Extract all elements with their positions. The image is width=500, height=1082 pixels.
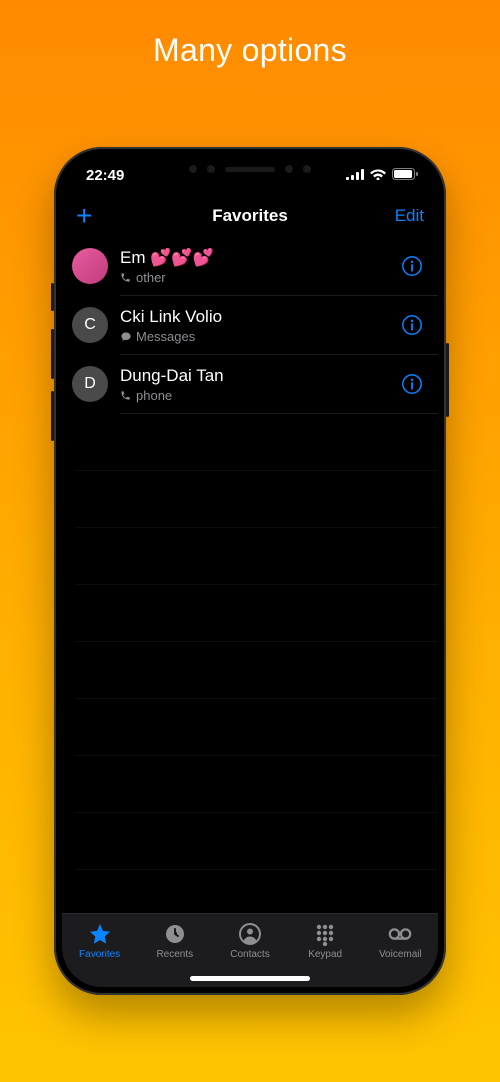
phone-icon (120, 272, 132, 283)
avatar (72, 248, 108, 284)
contact-subtype: phone (136, 388, 172, 403)
screen: 22:49 + Favorites Edit (62, 155, 438, 987)
page-title: Favorites (122, 206, 378, 226)
info-button[interactable] (400, 313, 424, 337)
tab-label: Recents (156, 949, 193, 960)
favorite-row[interactable]: D Dung-Dai Tan phone (62, 355, 438, 413)
avatar: C (72, 307, 108, 343)
info-button[interactable] (400, 372, 424, 396)
status-time: 22:49 (86, 167, 124, 184)
battery-icon (392, 167, 418, 184)
device-frame: 22:49 + Favorites Edit (54, 147, 446, 995)
mute-switch (51, 283, 54, 311)
star-icon (87, 922, 113, 946)
wifi-icon (370, 167, 386, 184)
home-indicator (190, 976, 310, 981)
tab-label: Contacts (230, 949, 269, 960)
contact-name: Em 💕💕💕 (120, 248, 388, 268)
phone-icon (120, 390, 132, 401)
add-favorite-button[interactable]: + (76, 202, 122, 230)
notch (155, 155, 345, 183)
edit-button[interactable]: Edit (378, 206, 424, 226)
contact-name: Dung-Dai Tan (120, 366, 388, 386)
favorite-row[interactable]: Em 💕💕💕 other (62, 237, 438, 295)
promo-title: Many options (153, 32, 347, 69)
message-icon (120, 331, 132, 342)
info-button[interactable] (400, 254, 424, 278)
keypad-icon (312, 922, 338, 946)
tab-label: Keypad (308, 949, 342, 960)
volume-up-button (51, 329, 54, 379)
tab-keypad[interactable]: Keypad (295, 922, 355, 960)
tab-voicemail[interactable]: Voicemail (370, 922, 430, 960)
signal-icon (346, 167, 364, 184)
power-button (446, 343, 449, 417)
contact-subtype: Messages (136, 329, 195, 344)
empty-list-area (62, 414, 438, 913)
tab-contacts[interactable]: Contacts (220, 922, 280, 960)
tab-recents[interactable]: Recents (145, 922, 205, 960)
volume-down-button (51, 391, 54, 441)
plus-icon: + (76, 200, 92, 231)
favorite-row[interactable]: C Cki Link Volio Messages (62, 296, 438, 354)
contact-name: Cki Link Volio (120, 307, 388, 327)
navbar: + Favorites Edit (62, 195, 438, 237)
contact-subtype: other (136, 270, 166, 285)
tab-favorites[interactable]: Favorites (70, 922, 130, 960)
clock-icon (162, 922, 188, 946)
avatar: D (72, 366, 108, 402)
tab-label: Favorites (79, 949, 120, 960)
voicemail-icon (387, 922, 413, 946)
favorites-list: Em 💕💕💕 other C Cki Link Voli (62, 237, 438, 913)
tab-label: Voicemail (379, 949, 422, 960)
person-icon (237, 922, 263, 946)
